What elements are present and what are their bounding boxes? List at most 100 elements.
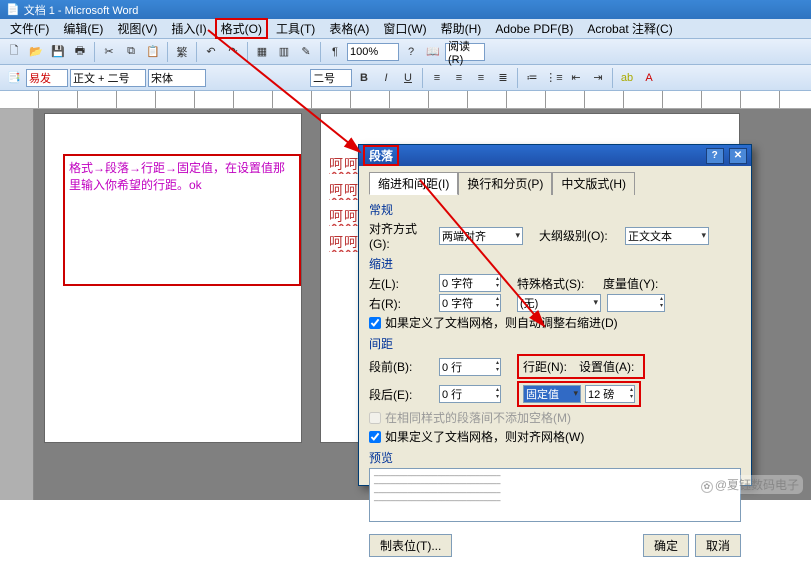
separator	[517, 68, 518, 88]
group-spacing: 间距	[369, 335, 741, 352]
menu-item[interactable]: Acrobat 注释(C)	[581, 19, 678, 38]
columns-icon[interactable]: ▥	[274, 42, 294, 62]
checkbox-icon	[369, 412, 381, 424]
group-general: 常规	[369, 201, 741, 218]
special-format-label: 特殊格式(S):	[517, 275, 597, 292]
dialog-title-bar[interactable]: 段落 ? ✕	[359, 145, 751, 166]
outline-button[interactable]: 易发	[26, 69, 68, 87]
print-icon[interactable]: 🖶	[70, 42, 90, 62]
style-combo[interactable]: 正文 + 二号	[70, 69, 146, 87]
size-combo[interactable]: 二号	[310, 69, 352, 87]
cut-icon[interactable]: ✂	[99, 42, 119, 62]
vertical-ruler[interactable]	[0, 109, 34, 500]
no-space-label: 在相同样式的段落间不添加空格(M)	[385, 409, 571, 426]
paragraph-dialog: 段落 ? ✕ 缩进和间距(I) 换行和分页(P) 中文版式(H) 常规 对齐方式…	[358, 144, 752, 486]
bullets-icon[interactable]: ⋮≡	[544, 68, 564, 88]
separator	[94, 42, 95, 62]
lang-convert-icon[interactable]: 繁	[172, 42, 192, 62]
annotation-callout: 格式→段落→行距→固定值，在设置值那里输入你希望的行距。ok	[63, 154, 301, 286]
space-after-spinner[interactable]: 0 行	[439, 385, 501, 403]
menu-item[interactable]: 窗口(W)	[377, 19, 432, 38]
help-icon[interactable]: ?	[706, 148, 724, 164]
dialog-title: 段落	[363, 145, 399, 166]
read-mode-icon[interactable]: 📖	[423, 42, 443, 62]
line-spacing-label: 行距(N):	[523, 358, 575, 375]
space-before-label: 段前(B):	[369, 358, 433, 375]
watermark: ✿@夏钰数码电子	[697, 475, 803, 494]
copy-icon[interactable]: ⧉	[121, 42, 141, 62]
outline-level-label: 大纲级别(O):	[539, 227, 619, 244]
ok-button[interactable]: 确定	[643, 534, 689, 557]
tabs-button[interactable]: 制表位(T)...	[369, 534, 452, 557]
menu-item[interactable]: 工具(T)	[270, 19, 321, 38]
menu-item[interactable]: 文件(F)	[4, 19, 55, 38]
at-label: 设置值(A):	[579, 358, 639, 375]
by-spinner[interactable]	[607, 294, 665, 312]
font-color-icon[interactable]: A	[639, 68, 659, 88]
alignment-combo[interactable]: 两端对齐	[439, 227, 523, 245]
numbering-icon[interactable]: ≔	[522, 68, 542, 88]
menu-item[interactable]: 编辑(E)	[57, 19, 109, 38]
alignment-label: 对齐方式(G):	[369, 220, 433, 251]
indent-right-label: 右(R):	[369, 295, 433, 312]
redo-icon[interactable]: ↷	[223, 42, 243, 62]
space-after-label: 段后(E):	[369, 386, 433, 403]
new-icon[interactable]: 🗋	[4, 42, 24, 62]
menu-item[interactable]: 插入(I)	[165, 19, 212, 38]
menu-item[interactable]: 帮助(H)	[435, 19, 488, 38]
tab-asian-typography[interactable]: 中文版式(H)	[552, 172, 635, 195]
tab-line-page-breaks[interactable]: 换行和分页(P)	[458, 172, 552, 195]
show-marks-icon[interactable]: ¶	[325, 42, 345, 62]
align-right-icon[interactable]: ≡	[471, 68, 491, 88]
separator	[422, 68, 423, 88]
font-combo[interactable]: 宋体	[148, 69, 206, 87]
outline-icon[interactable]: 📑	[4, 68, 24, 88]
zoom-combo[interactable]: 100%	[347, 43, 399, 61]
at-value-spinner[interactable]: 12 磅	[585, 385, 635, 403]
indent-left-label: 左(L):	[369, 275, 433, 292]
formatting-toolbar: 📑 易发 正文 + 二号 宋体 二号 B I U ≡ ≡ ≡ ≣ ≔ ⋮≡ ⇤ …	[0, 65, 811, 91]
drawing-icon[interactable]: ✎	[296, 42, 316, 62]
snap-to-grid-checkbox[interactable]: 如果定义了文档网格，则对齐网格(W)	[369, 428, 741, 445]
outline-level-combo[interactable]: 正文文本	[625, 227, 709, 245]
special-format-combo[interactable]: (无)	[517, 294, 601, 312]
close-icon[interactable]: ✕	[729, 148, 747, 164]
dialog-button-row: 制表位(T)... 确定 取消	[359, 528, 751, 565]
open-icon[interactable]: 📂	[26, 42, 46, 62]
group-indent: 缩进	[369, 255, 741, 272]
justify-icon[interactable]: ≣	[493, 68, 513, 88]
menu-item[interactable]: Adobe PDF(B)	[489, 21, 579, 37]
checkbox-icon[interactable]	[369, 431, 381, 443]
decrease-indent-icon[interactable]: ⇤	[566, 68, 586, 88]
table-icon[interactable]: ▦	[252, 42, 272, 62]
space-before-spinner[interactable]: 0 行	[439, 358, 501, 376]
save-icon[interactable]: 💾	[48, 42, 68, 62]
bold-icon[interactable]: B	[354, 68, 374, 88]
separator	[247, 42, 248, 62]
increase-indent-icon[interactable]: ⇥	[588, 68, 608, 88]
paste-icon[interactable]: 📋	[143, 42, 163, 62]
menu-item[interactable]: 视图(V)	[111, 19, 163, 38]
help-icon[interactable]: ?	[401, 42, 421, 62]
auto-adjust-checkbox[interactable]: 如果定义了文档网格，则自动调整右缩进(D)	[369, 314, 741, 331]
underline-icon[interactable]: U	[398, 68, 418, 88]
reading-combo[interactable]: 阅读(R)	[445, 43, 485, 61]
indent-left-spinner[interactable]: 0 字符	[439, 274, 501, 292]
page-1[interactable]: 格式→段落→行距→固定值，在设置值那里输入你希望的行距。ok	[44, 113, 302, 443]
align-center-icon[interactable]: ≡	[449, 68, 469, 88]
highlight-icon[interactable]: ab	[617, 68, 637, 88]
tab-indent-spacing[interactable]: 缩进和间距(I)	[369, 172, 458, 195]
menu-item[interactable]: 格式(O)	[215, 18, 268, 39]
checkbox-icon[interactable]	[369, 317, 381, 329]
indent-right-spinner[interactable]: 0 字符	[439, 294, 501, 312]
cancel-button[interactable]: 取消	[695, 534, 741, 557]
menu-item[interactable]: 表格(A)	[323, 19, 375, 38]
italic-icon[interactable]: I	[376, 68, 396, 88]
watermark-icon: ✿	[701, 481, 713, 493]
undo-icon[interactable]: ↶	[201, 42, 221, 62]
horizontal-ruler[interactable]	[0, 91, 811, 109]
preview-label: 预览	[369, 449, 741, 466]
by-label: 度量值(Y):	[603, 275, 663, 292]
align-left-icon[interactable]: ≡	[427, 68, 447, 88]
line-spacing-combo[interactable]: 固定值	[523, 385, 581, 403]
